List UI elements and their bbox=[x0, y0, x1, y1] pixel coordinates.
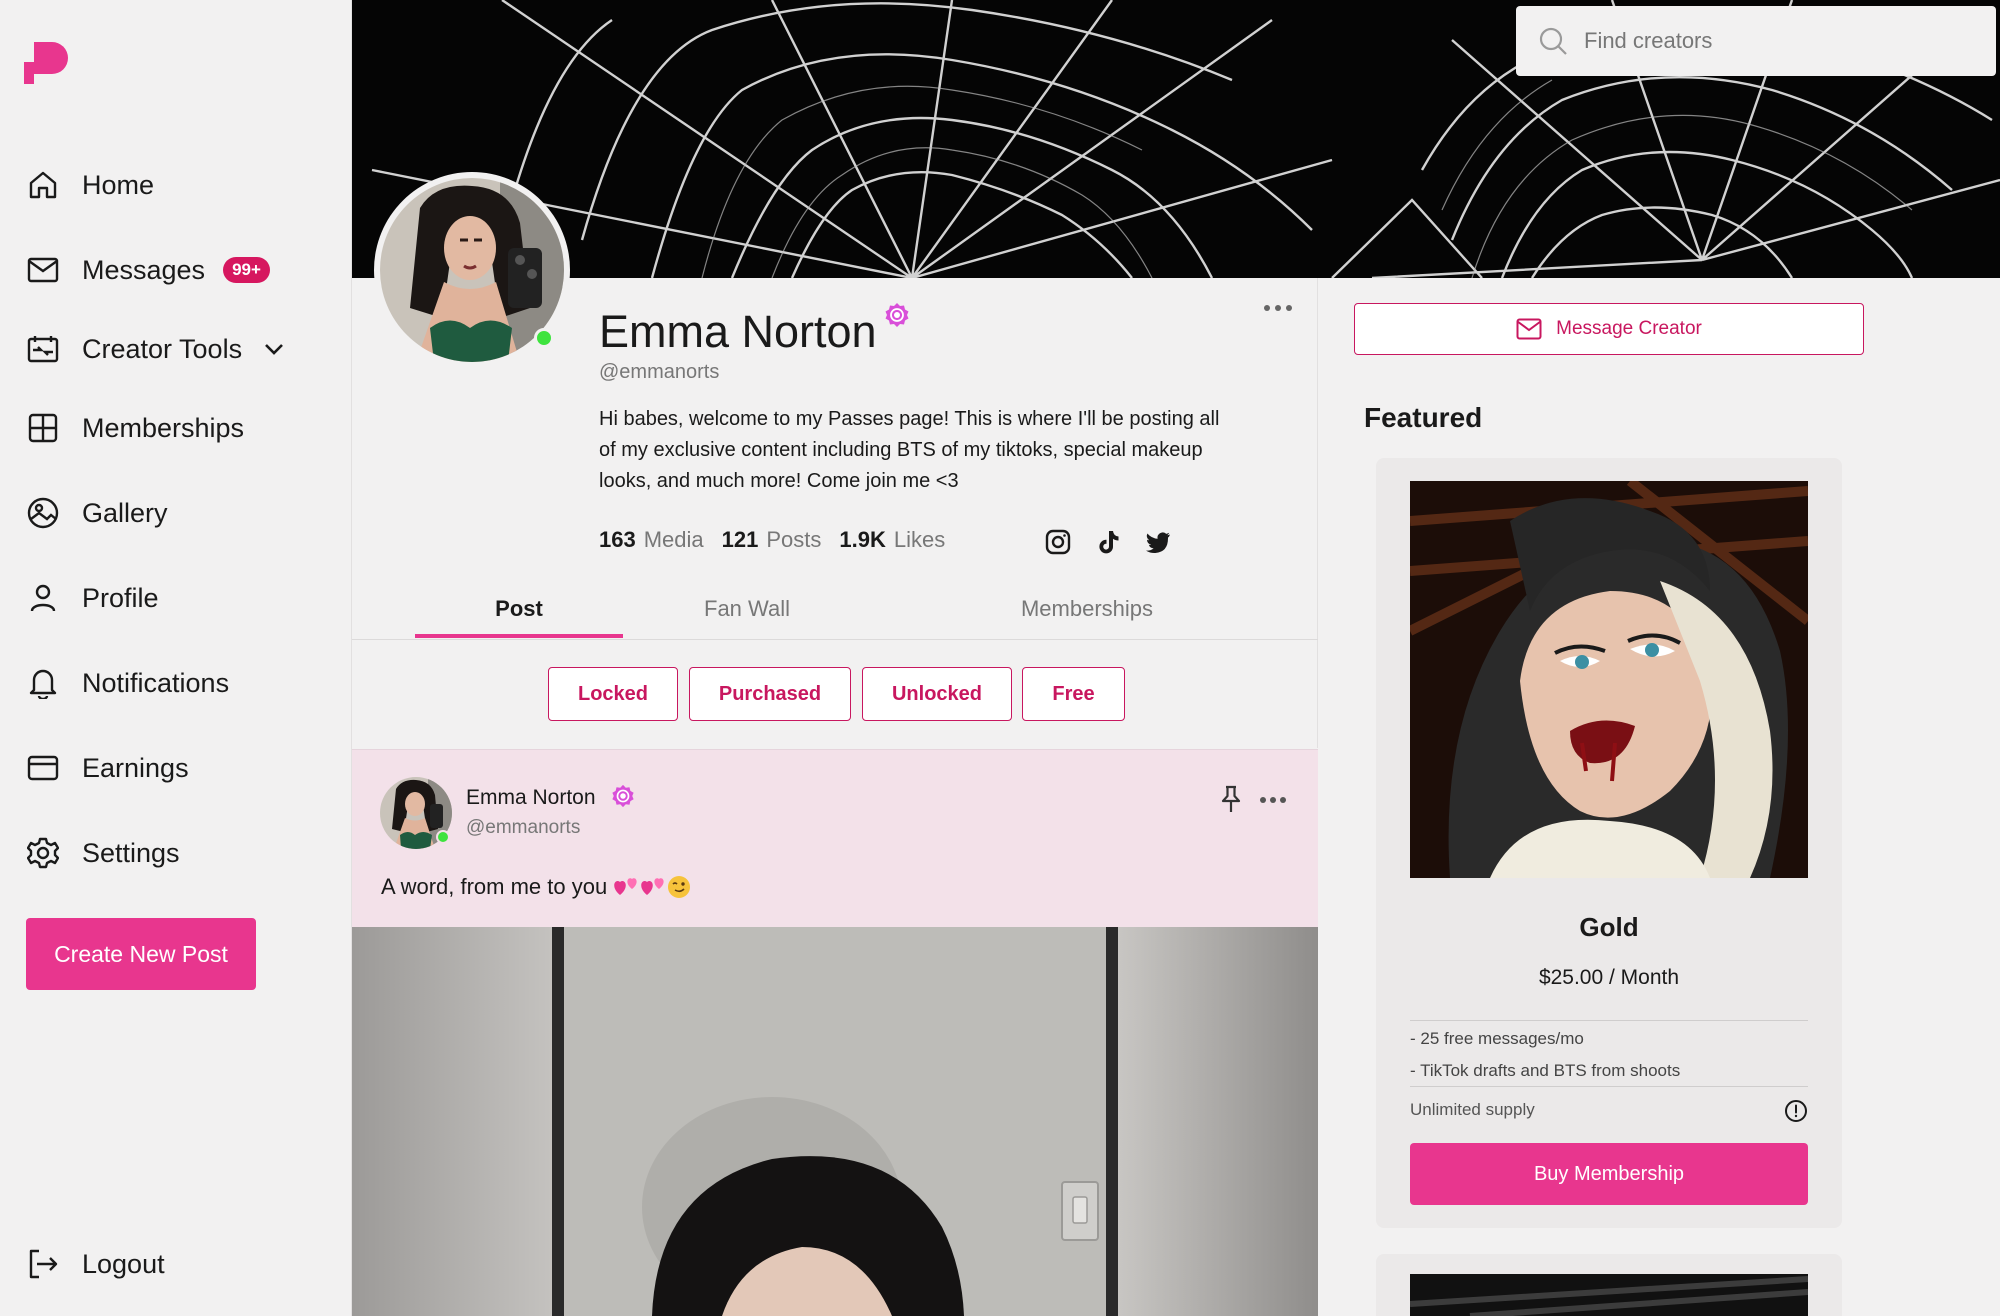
membership-tier-price: $25.00 / Month bbox=[1538, 966, 1680, 989]
profile-stats: 163 Media 121 Posts 1.9K Likes bbox=[599, 527, 945, 553]
membership-tier-name: Gold bbox=[1579, 912, 1639, 942]
sidebar-item-memberships[interactable]: Memberships bbox=[26, 400, 244, 456]
stat-value: 121 bbox=[721, 527, 759, 552]
two-hearts-emoji-icon bbox=[641, 878, 664, 895]
post-caption: A word, from me to you bbox=[381, 874, 691, 900]
winking-face-emoji-icon bbox=[668, 876, 691, 898]
post-caption-text: A word, from me to you bbox=[381, 874, 608, 899]
create-new-post-button[interactable]: Create New Post bbox=[26, 918, 256, 990]
sidebar-item-earnings[interactable]: Earnings bbox=[26, 740, 189, 796]
stat-unit: Posts bbox=[766, 527, 822, 552]
creator-tools-icon bbox=[26, 332, 60, 366]
post-media-image[interactable] bbox=[352, 927, 1318, 1316]
logout-label: Logout bbox=[82, 1248, 165, 1279]
sidebar-item-label: Notifications bbox=[82, 667, 230, 698]
sidebar-item-label: Earnings bbox=[82, 752, 189, 783]
vampire-illustration bbox=[1410, 481, 1808, 878]
verified-badge-icon bbox=[612, 784, 634, 808]
stat-media: 163 Media bbox=[599, 527, 704, 553]
logout-icon bbox=[26, 1247, 60, 1281]
stat-likes: 1.9K Likes bbox=[839, 527, 945, 553]
active-tab-indicator bbox=[415, 634, 623, 638]
logout-button[interactable]: Logout bbox=[26, 1236, 165, 1292]
tab-fan-wall[interactable]: Fan Wall bbox=[662, 578, 832, 640]
search-icon bbox=[1539, 27, 1567, 55]
sidebar-item-label: Profile bbox=[82, 582, 159, 613]
buy-membership-button[interactable]: Buy Membership bbox=[1410, 1143, 1808, 1205]
message-creator-button[interactable]: Message Creator bbox=[1354, 303, 1864, 355]
credit-card-icon bbox=[26, 751, 60, 785]
post-more-options-icon[interactable] bbox=[1258, 790, 1288, 810]
sidebar-item-messages[interactable]: Messages 99+ bbox=[26, 242, 270, 298]
stat-unit: Likes bbox=[893, 527, 946, 552]
post-filters: Locked Purchased Unlocked Free bbox=[352, 641, 1318, 749]
stat-value: 1.9K bbox=[839, 527, 886, 552]
info-icon[interactable] bbox=[1784, 1099, 1808, 1123]
grid-icon bbox=[26, 411, 60, 445]
twitter-icon[interactable] bbox=[1144, 528, 1172, 556]
social-links bbox=[1044, 528, 1172, 556]
unread-badge: 99+ bbox=[223, 257, 270, 283]
sidebar-item-label: Home bbox=[82, 169, 155, 200]
profile-tabs: Post Fan Wall Memberships bbox=[352, 578, 1318, 640]
filter-free-button[interactable]: Free bbox=[1022, 667, 1125, 721]
membership-card-image bbox=[1410, 481, 1808, 878]
verified-badge-icon bbox=[885, 303, 909, 327]
instagram-icon[interactable] bbox=[1044, 528, 1072, 556]
message-creator-label: Message Creator bbox=[1556, 318, 1702, 339]
home-icon bbox=[26, 168, 60, 202]
featured-heading: Featured bbox=[1364, 402, 1483, 433]
divider bbox=[1410, 1020, 1808, 1021]
stat-posts: 121 Posts bbox=[722, 527, 822, 553]
online-status-indicator bbox=[534, 328, 554, 348]
sidebar-item-label: Messages bbox=[82, 254, 206, 285]
creator-bio: Hi babes, welcome to my Passes page! Thi… bbox=[599, 408, 1220, 492]
post-author-handle: @emmanorts bbox=[466, 817, 581, 838]
sidebar-item-creator-tools[interactable]: Creator Tools bbox=[26, 321, 286, 377]
passes-logo[interactable] bbox=[24, 40, 70, 86]
filter-locked-button[interactable]: Locked bbox=[548, 667, 678, 721]
sidebar: Home Messages 99+ Creator Tools Membersh… bbox=[0, 0, 352, 1316]
tab-memberships[interactable]: Memberships bbox=[992, 578, 1182, 640]
tab-post[interactable]: Post bbox=[415, 578, 623, 640]
filter-unlocked-button[interactable]: Unlocked bbox=[862, 667, 1012, 721]
stat-unit: Media bbox=[643, 527, 704, 552]
post-author-name[interactable]: Emma Norton bbox=[466, 786, 596, 810]
search-input[interactable] bbox=[1584, 28, 1984, 54]
stat-value: 163 bbox=[599, 527, 636, 552]
two-hearts-emoji-icon bbox=[614, 878, 637, 895]
bell-icon bbox=[26, 666, 60, 700]
membership-card-image-partial bbox=[1410, 1274, 1808, 1316]
chevron-down-icon[interactable] bbox=[262, 337, 286, 361]
mail-icon bbox=[26, 253, 60, 287]
filter-purchased-button[interactable]: Purchased bbox=[689, 667, 851, 721]
gallery-icon bbox=[26, 496, 60, 530]
divider bbox=[1410, 1086, 1808, 1087]
mail-icon bbox=[1516, 318, 1542, 340]
sidebar-item-profile[interactable]: Profile bbox=[26, 570, 159, 626]
membership-supply: Unlimited supply bbox=[1410, 1100, 1535, 1119]
sidebar-item-label: Settings bbox=[82, 837, 180, 868]
membership-perk: - 25 free messages/mo bbox=[1410, 1029, 1584, 1048]
creator-name: Emma Norton bbox=[599, 306, 877, 357]
membership-card-image bbox=[1410, 1274, 1808, 1316]
more-options-icon[interactable] bbox=[1262, 296, 1294, 320]
sidebar-item-label: Memberships bbox=[82, 412, 245, 443]
search-bar[interactable] bbox=[1516, 6, 1996, 76]
gear-icon bbox=[26, 836, 60, 870]
user-icon bbox=[26, 581, 60, 615]
sidebar-item-settings[interactable]: Settings bbox=[26, 825, 180, 881]
sidebar-item-notifications[interactable]: Notifications bbox=[26, 655, 229, 711]
membership-perk: - TikTok drafts and BTS from shoots bbox=[1410, 1061, 1681, 1080]
creator-handle: @emmanorts bbox=[599, 361, 720, 383]
sidebar-item-gallery[interactable]: Gallery bbox=[26, 485, 168, 541]
sidebar-item-home[interactable]: Home bbox=[26, 157, 154, 213]
tiktok-icon[interactable] bbox=[1094, 528, 1122, 556]
sidebar-item-label: Creator Tools bbox=[82, 333, 243, 364]
sidebar-item-label: Gallery bbox=[82, 497, 168, 528]
pin-icon[interactable] bbox=[1218, 784, 1244, 814]
emoji-group bbox=[613, 875, 691, 899]
post-photo bbox=[352, 927, 1318, 1316]
online-status-indicator bbox=[436, 830, 450, 844]
